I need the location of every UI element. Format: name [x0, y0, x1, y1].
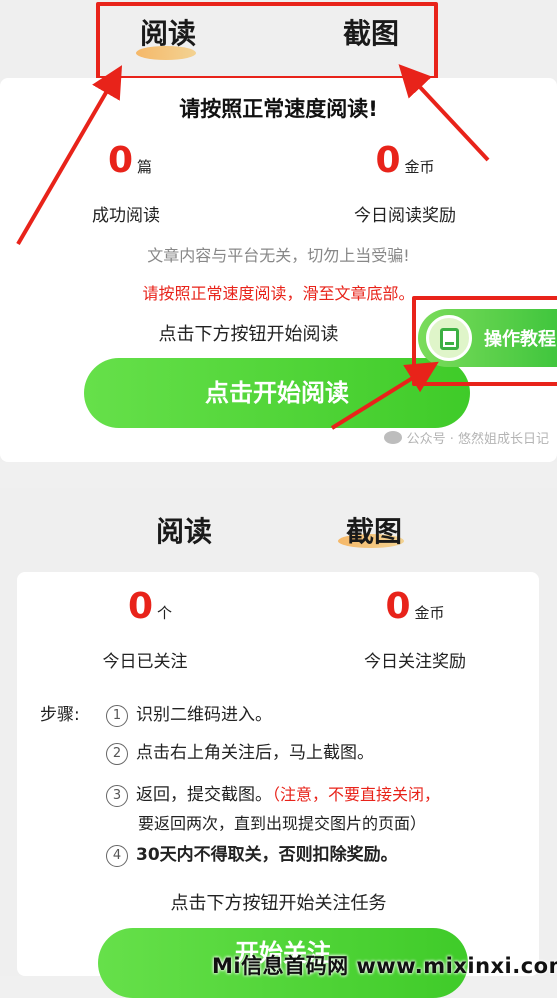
step-number: 4	[106, 845, 128, 867]
steps-label: 步骤:	[40, 705, 80, 725]
read-reward: 0 金币	[345, 140, 465, 181]
watermark-text: 公众号 · 悠然姐成长日记	[406, 432, 549, 447]
step-3-note: （注意，不要直接关闭，	[272, 785, 441, 804]
highlight-box-tutorial	[412, 296, 557, 386]
read-count-unit: 篇	[137, 158, 153, 176]
follow-count-label: 今日已关注	[102, 652, 188, 672]
follow-reward-value: 0	[385, 586, 411, 627]
follow-count-unit: 个	[157, 604, 173, 622]
highlight-box-tabs	[96, 2, 438, 80]
read-count-value: 0	[107, 140, 134, 181]
step-3: 3 返回，提交截图。（注意，不要直接关闭，	[106, 780, 440, 807]
step-number: 2	[106, 743, 128, 765]
follow-reward-label: 今日关注奖励	[364, 652, 466, 672]
step-1: 1 识别二维码进入。	[106, 700, 272, 727]
tab-bar-2: 阅读 截图	[0, 488, 557, 564]
read-count-label: 成功阅读	[92, 206, 160, 226]
follow-reward-unit: 金币	[414, 604, 445, 622]
step-number: 1	[106, 705, 128, 727]
tab-read-2[interactable]: 阅读	[156, 510, 212, 550]
read-heading: 请按照正常速度阅读!	[179, 97, 378, 121]
step-text: 返回，提交截图。	[136, 785, 272, 805]
disclaimer-text: 文章内容与平台无关，切勿上当受骗!	[147, 246, 410, 265]
follow-reward: 0 金币	[355, 586, 475, 627]
tab-screenshot-2[interactable]: 截图	[346, 510, 402, 550]
step-3-note-cont: 要返回两次，直到出现提交图片的页面）	[138, 814, 427, 833]
read-reward-value: 0	[375, 140, 401, 181]
step-text: 30天内不得取关，否则扣除奖励。	[136, 845, 398, 865]
follow-count-value: 0	[127, 586, 154, 627]
step-text: 点击右上角关注后，马上截图。	[136, 743, 374, 763]
step-4: 4 30天内不得取关，否则扣除奖励。	[106, 840, 398, 867]
read-panel: 阅读 截图 请按照正常速度阅读! 0篇 成功阅读 0 金币 今日阅读奖励 文章内容…	[0, 0, 557, 462]
wechat-watermark: 公众号 · 悠然姐成长日记	[383, 428, 549, 447]
wechat-icon	[383, 431, 402, 444]
follow-card	[17, 572, 539, 976]
follow-count: 0个	[110, 586, 190, 627]
step-number: 3	[106, 785, 128, 807]
step-text: 识别二维码进入。	[136, 705, 272, 725]
follow-instruction: 点击下方按钮开始关注任务	[170, 893, 387, 914]
read-count: 0篇	[85, 140, 175, 181]
read-reward-unit: 金币	[404, 158, 435, 176]
step-2: 2 点击右上角关注后，马上截图。	[106, 738, 374, 765]
read-reward-label: 今日阅读奖励	[354, 206, 456, 226]
